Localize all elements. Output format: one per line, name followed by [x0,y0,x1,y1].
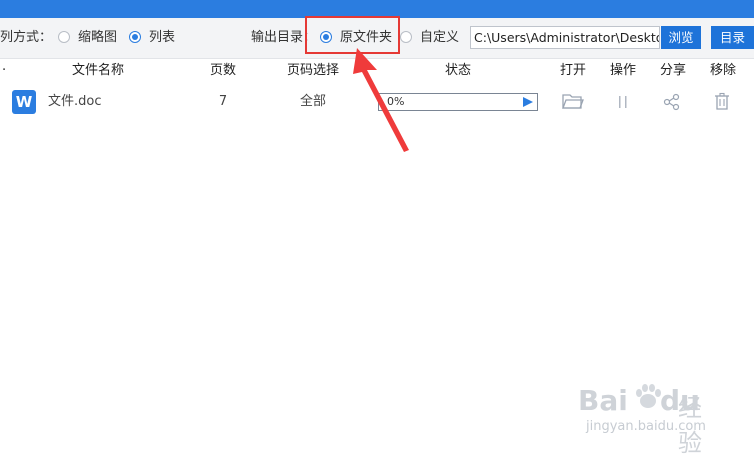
page-selection-value[interactable]: 全部 [293,84,333,120]
annotation-arrow [353,48,409,152]
view-thumbnail-label[interactable]: 缩略图 [78,18,117,58]
header-file-name: 文件名称 [71,63,124,78]
view-thumbnail-radio[interactable] [58,31,70,43]
directory-button[interactable]: 目录 [711,26,754,49]
output-path-field[interactable]: C:\Users\Administrator\Desktop [470,26,660,49]
watermark-brand: Bai [578,384,628,417]
file-name: 文件.doc [48,94,102,109]
watermark-url: jingyan.baidu.com [586,419,706,434]
page-count: 7 [218,94,228,109]
trash-icon[interactable] [713,92,731,111]
output-custom-radio[interactable] [400,31,412,43]
header-share: 分享 [659,63,686,78]
output-custom-label[interactable]: 自定义 [420,18,459,58]
header-edge-marker: · [2,63,7,78]
share-icon[interactable] [663,93,681,111]
header-open: 打开 [559,63,586,78]
view-mode-label: 列方式： [0,30,53,45]
header-page-selection: 页码选择 [286,63,339,78]
view-list-radio[interactable] [129,31,141,43]
browse-button[interactable]: 浏览 [661,26,701,49]
view-list-label[interactable]: 列表 [149,18,175,58]
header-status: 状态 [444,63,471,78]
header-action: 操作 [609,63,636,78]
word-file-icon: W [12,90,36,114]
pause-icon[interactable] [617,95,629,109]
header-pages: 页数 [209,63,236,78]
play-icon[interactable] [523,97,533,107]
header-remove: 移除 [709,63,736,78]
paw-logo-icon [636,384,661,408]
open-folder-icon[interactable] [562,92,584,110]
